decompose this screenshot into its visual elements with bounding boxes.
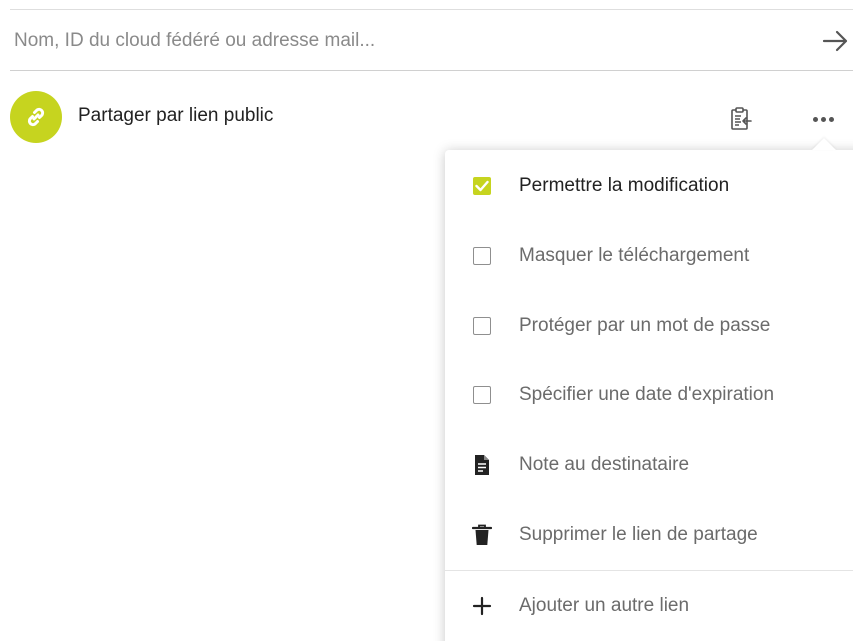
menu-item-note-to-recipient[interactable]: Note au destinataire <box>445 435 853 495</box>
menu-item-label: Supprimer le lien de partage <box>519 524 758 545</box>
public-link-share-row: Partager par lien public <box>0 88 853 150</box>
menu-item-label: Ajouter un autre lien <box>519 595 690 616</box>
checkbox-allow-editing[interactable] <box>471 175 493 197</box>
trash-icon <box>471 524 493 546</box>
arrow-right-icon <box>822 30 848 52</box>
menu-divider <box>445 570 853 571</box>
menu-item-expiration-date[interactable]: Spécifier une date d'expiration <box>445 365 853 425</box>
clipboard-icon <box>731 107 752 130</box>
checkbox-password-protect[interactable] <box>471 315 493 337</box>
menu-item-password-protect[interactable]: Protéger par un mot de passe <box>445 296 853 356</box>
checkbox-unchecked-icon <box>473 317 491 335</box>
menu-item-add-another-link[interactable]: Ajouter un autre lien <box>445 576 853 636</box>
checkbox-expiration-date[interactable] <box>471 384 493 406</box>
note-icon <box>471 454 493 476</box>
menu-item-label: Protéger par un mot de passe <box>519 315 771 336</box>
copy-link-button[interactable] <box>726 104 756 134</box>
more-actions-button[interactable] <box>808 104 838 134</box>
more-horizontal-icon <box>812 116 834 122</box>
menu-item-label: Note au destinataire <box>519 454 690 475</box>
menu-item-hide-download[interactable]: Masquer le téléchargement <box>445 226 853 286</box>
menu-item-label: Masquer le téléchargement <box>519 245 750 266</box>
checkbox-hide-download[interactable] <box>471 245 493 267</box>
menu-item-allow-editing[interactable]: Permettre la modification <box>445 156 853 216</box>
menu-item-delete-share-link[interactable]: Supprimer le lien de partage <box>445 505 853 565</box>
checkbox-checked-icon <box>473 177 491 195</box>
link-avatar <box>10 91 62 143</box>
checkbox-unchecked-icon <box>473 386 491 404</box>
share-link-label: Partager par lien public <box>78 105 274 126</box>
submit-share-button[interactable] <box>819 25 853 57</box>
menu-item-label: Permettre la modification <box>519 175 730 196</box>
link-icon <box>27 107 45 127</box>
share-search-row <box>10 10 853 71</box>
checkbox-unchecked-icon <box>473 247 491 265</box>
share-panel: Partager par lien public <box>0 0 853 641</box>
plus-icon <box>471 595 493 617</box>
share-search-input[interactable] <box>10 24 804 58</box>
menu-arrow <box>812 138 836 150</box>
menu-item-label: Spécifier une date d'expiration <box>519 384 775 405</box>
